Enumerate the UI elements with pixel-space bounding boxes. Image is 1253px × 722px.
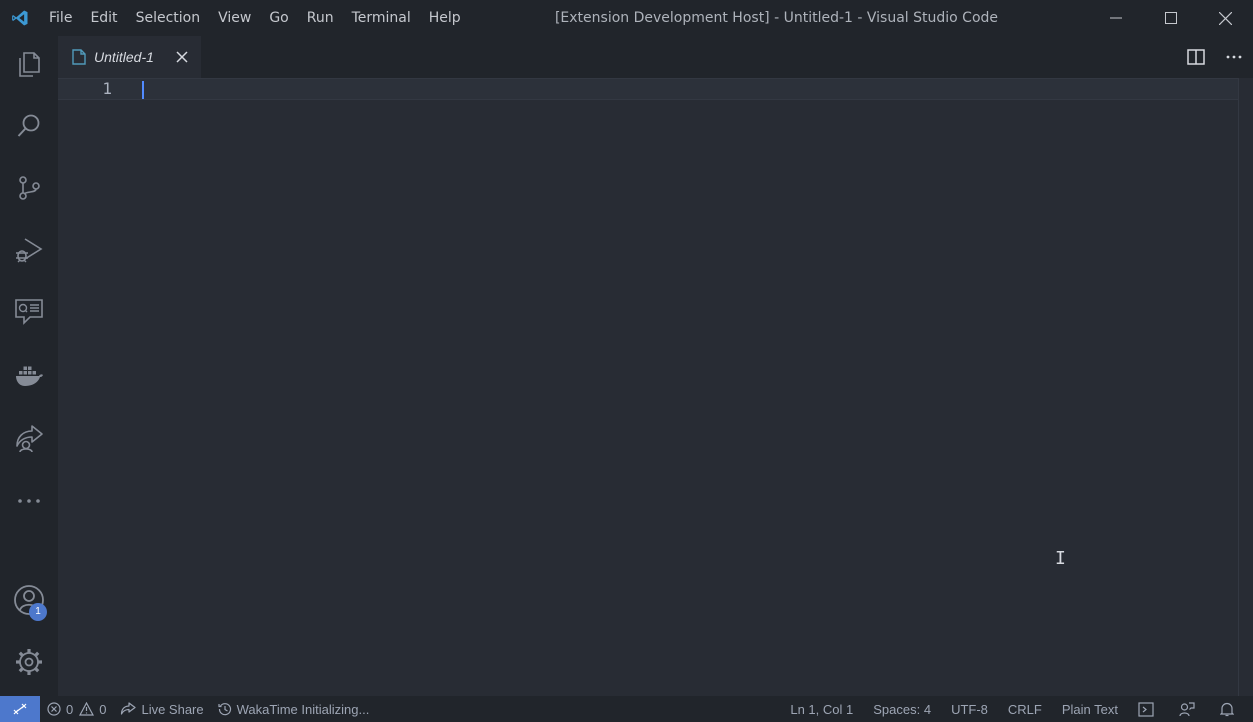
remote-icon	[13, 703, 27, 715]
feedback-icon	[1179, 701, 1195, 716]
window-controls	[1088, 0, 1253, 36]
minimize-icon	[1109, 17, 1122, 19]
split-editor-icon	[1187, 49, 1205, 65]
editor-actions	[1177, 36, 1253, 78]
comments-button[interactable]	[0, 288, 58, 336]
language-mode-selector[interactable]: Plain Text	[1052, 696, 1128, 722]
maximize-button[interactable]	[1143, 0, 1198, 36]
editor-tab-bar: Untitled-1	[58, 36, 1253, 78]
explorer-button[interactable]	[0, 40, 58, 88]
tab-untitled-1[interactable]: Untitled-1	[58, 36, 201, 78]
split-editor-button[interactable]	[1177, 36, 1215, 78]
menu-selection[interactable]: Selection	[127, 0, 210, 36]
comments-icon	[15, 299, 43, 325]
wakatime-label: WakaTime Initializing...	[236, 701, 370, 717]
error-count: 0	[66, 701, 74, 717]
more-views-button[interactable]	[0, 477, 58, 525]
menu-terminal[interactable]: Terminal	[343, 0, 420, 36]
bell-icon	[1220, 702, 1234, 716]
docker-button[interactable]	[0, 352, 58, 400]
menu-edit[interactable]: Edit	[81, 0, 126, 36]
problems-indicator[interactable]: 0 0	[40, 696, 113, 722]
warning-icon	[79, 702, 95, 716]
status-bar-right: Ln 1, Col 1 Spaces: 4 UTF-8 CRLF Plain T…	[780, 696, 1253, 722]
feedback-button[interactable]	[1169, 696, 1210, 722]
eol-selector[interactable]: CRLF	[998, 696, 1052, 722]
source-control-icon	[19, 176, 40, 200]
title-bar: File Edit Selection View Go Run Terminal…	[0, 0, 1253, 36]
close-icon	[176, 51, 188, 63]
wakatime-status[interactable]: WakaTime Initializing...	[211, 696, 377, 722]
live-share-icon	[121, 702, 137, 715]
menu-help[interactable]: Help	[420, 0, 470, 36]
menu-go[interactable]: Go	[260, 0, 297, 36]
remote-indicator-button[interactable]	[0, 696, 40, 722]
search-icon	[17, 114, 40, 137]
history-icon	[218, 703, 231, 716]
maximize-icon	[1164, 12, 1177, 24]
tab-close-button[interactable]	[173, 48, 191, 66]
accounts-badge: 1	[29, 603, 47, 621]
error-icon	[47, 702, 61, 716]
cursor-position[interactable]: Ln 1, Col 1	[780, 696, 863, 722]
indentation-selector[interactable]: Spaces: 4	[863, 696, 941, 722]
search-button[interactable]	[0, 102, 58, 150]
live-share-label: Live Share	[141, 701, 204, 717]
source-control-button[interactable]	[0, 164, 58, 212]
menu-file[interactable]: File	[40, 0, 81, 36]
live-share-icon	[16, 425, 43, 453]
accounts-button[interactable]: 1	[0, 576, 58, 624]
docker-icon	[16, 366, 43, 386]
live-share-status[interactable]: Live Share	[113, 696, 210, 722]
vscode-logo-icon	[0, 0, 40, 36]
warning-count: 0	[99, 701, 107, 717]
menu-bar: File Edit Selection View Go Run Terminal…	[40, 0, 470, 36]
terminal-toggle-button[interactable]	[1128, 696, 1169, 722]
settings-gear-icon	[16, 649, 42, 675]
manage-button[interactable]	[0, 638, 58, 686]
line-number: 1	[102, 79, 112, 98]
ellipsis-icon	[1226, 55, 1242, 59]
text-cursor	[142, 81, 144, 99]
run-debug-button[interactable]	[0, 226, 58, 274]
mouse-ibeam-cursor: I	[1055, 548, 1066, 569]
more-icon	[18, 499, 40, 503]
live-share-button[interactable]	[0, 414, 58, 462]
close-icon	[1219, 11, 1232, 25]
run-debug-icon	[16, 238, 43, 263]
terminal-icon	[1138, 701, 1154, 717]
current-line-highlight	[58, 78, 1238, 100]
notifications-button[interactable]	[1210, 696, 1253, 722]
file-icon	[72, 49, 86, 65]
minimize-button[interactable]	[1088, 0, 1143, 36]
tab-label: Untitled-1	[94, 49, 154, 65]
menu-view[interactable]: View	[209, 0, 260, 36]
more-actions-button[interactable]	[1215, 36, 1253, 78]
encoding-selector[interactable]: UTF-8	[941, 696, 998, 722]
status-bar: 0 0 Live Share WakaTime Initializing... …	[0, 696, 1253, 722]
menu-run[interactable]: Run	[298, 0, 343, 36]
explorer-icon	[19, 52, 40, 77]
text-editor[interactable]: 1 I	[58, 78, 1253, 696]
vertical-scrollbar[interactable]	[1238, 78, 1253, 696]
close-window-button[interactable]	[1198, 0, 1253, 36]
activity-bar: 1	[0, 36, 58, 696]
